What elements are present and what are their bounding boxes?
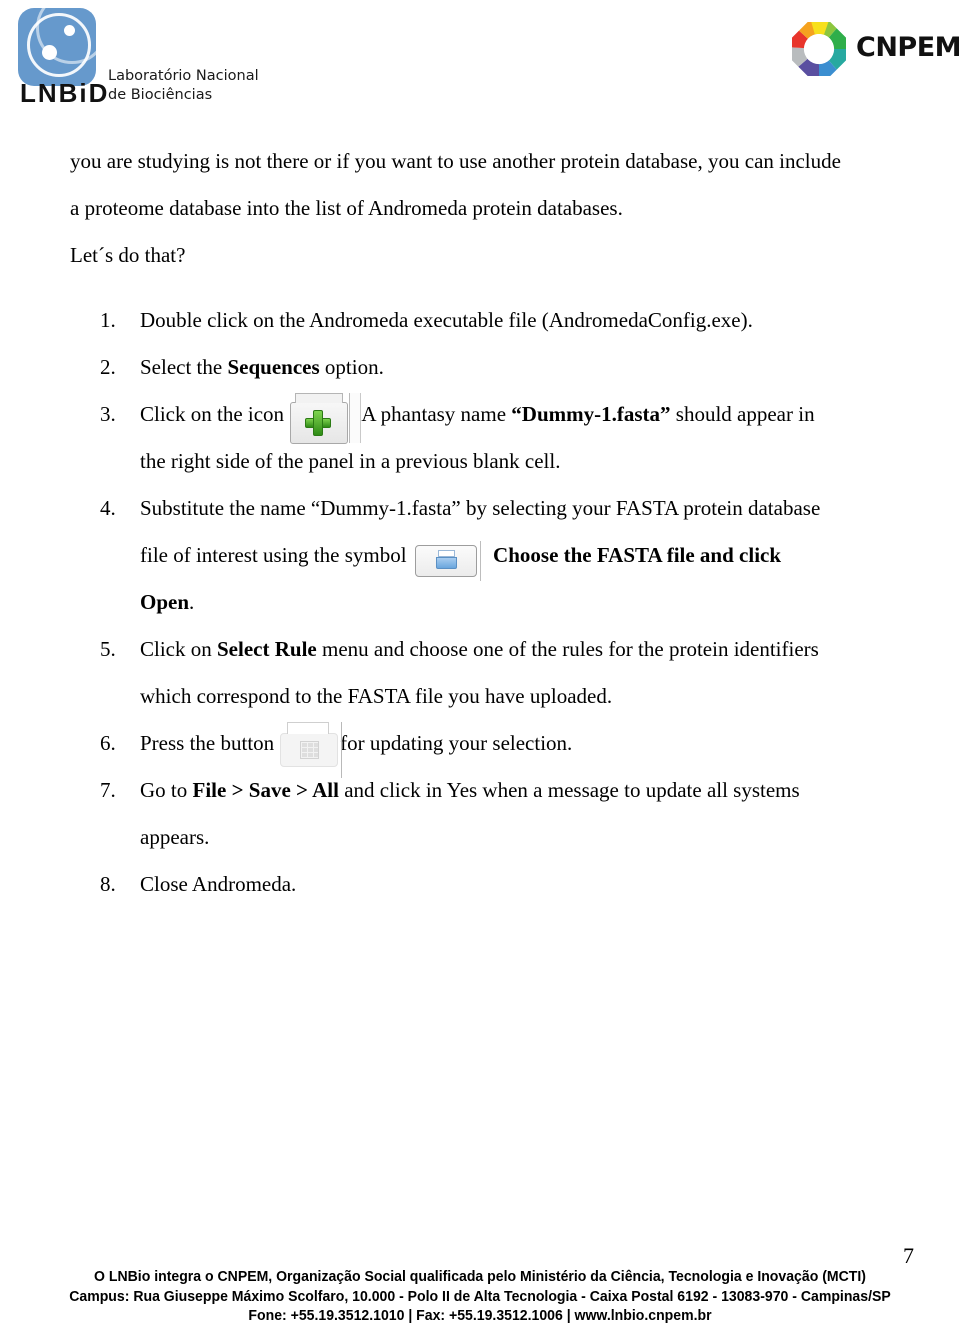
page-number: 7 — [903, 1243, 914, 1268]
step-3-line-2: the right side of the panel in a previou… — [140, 449, 561, 473]
step-4-line-2-text: file of interest using the symbol — [140, 543, 407, 567]
page-header: LNBiD Laboratório Nacional de Biociência… — [0, 0, 960, 118]
step-3-text-before: Click on the icon — [140, 402, 285, 426]
update-grid-button-icon[interactable] — [280, 721, 343, 778]
folder-open-glyph-icon — [435, 550, 457, 570]
step-4-line-1: Substitute the name “Dummy-1.fasta” by s… — [140, 496, 821, 520]
plus-bar-vertical — [313, 410, 324, 437]
step-4: Substitute the name “Dummy-1.fasta” by s… — [70, 485, 892, 626]
step-8: Close Andromeda. — [70, 861, 892, 908]
lnbio-wordmark: LNBiD — [20, 78, 110, 108]
lnbio-logo: LNBiD Laboratório Nacional de Biociência… — [18, 8, 259, 108]
instruction-steps-list: Double click on the Andromeda executable… — [70, 297, 892, 908]
step-3-text-mid: . A phantasy name — [352, 402, 512, 426]
step-5-bold-select-rule: Select Rule — [217, 637, 317, 661]
step-4-bold-open: Open — [140, 590, 190, 614]
lnbio-tagline: Laboratório Nacional de Biociências — [108, 67, 259, 104]
open-button-frame-right — [479, 541, 490, 582]
step-7-text-before: Go to — [140, 778, 193, 802]
step-5-text-after: menu and choose one of the rules for the… — [316, 637, 819, 661]
step-6: Press the button for updating your selec… — [70, 720, 892, 778]
step-4-bold-choose-fasta: . Choose the FASTA file and click — [482, 543, 782, 567]
vertical-spacer — [70, 279, 892, 297]
update-button-frame-top — [287, 721, 330, 734]
cnpem-octagon-ring-icon — [792, 22, 846, 76]
document-body: you are studying is not there or if you … — [70, 138, 892, 908]
step-3-text-after: should appear in — [670, 402, 815, 426]
step-4-period: . — [189, 590, 195, 614]
cnpem-wordmark: CNPEM — [856, 32, 960, 63]
step-2-text-after: option. — [319, 355, 384, 379]
step-3-bold-dummy-filename: “Dummy-1.fasta” — [511, 402, 671, 426]
green-plus-button-icon[interactable] — [290, 393, 362, 445]
intro-paragraph-line-1: you are studying is not there or if you … — [70, 149, 841, 173]
lnbio-nucleus-icon — [42, 45, 57, 60]
step-6-text-after: for updating your selection. — [340, 731, 573, 755]
folder-lid — [437, 550, 455, 558]
step-7-bold-file-save-all: File > Save > All — [192, 778, 339, 802]
step-4-line-3: Open. — [140, 579, 892, 626]
prompt-paragraph: Let´s do that? — [70, 243, 186, 267]
lnbio-cell-icon — [18, 8, 96, 86]
step-5: Click on Select Rule menu and choose one… — [70, 626, 892, 720]
step-7: Go to File > Save > All and click in Yes… — [70, 767, 892, 861]
step-8-text: Close Andromeda. — [140, 872, 297, 896]
step-6-text-before: Press the button — [140, 731, 275, 755]
cnpem-logo: CNPEM — [792, 20, 960, 82]
step-4-line-2: file of interest using the symbol . Choo… — [140, 532, 892, 582]
step-1: Double click on the Andromeda executable… — [70, 297, 892, 344]
lnbio-nucleolus-icon — [64, 25, 75, 36]
step-2: Select the Sequences option. — [70, 344, 892, 391]
footer-line-2: Campus: Rua Giuseppe Máximo Scolfaro, 10… — [69, 1288, 891, 1305]
step-5-text-before: Click on — [140, 637, 217, 661]
step-1-text: Double click on the Andromeda executable… — [140, 308, 753, 332]
document-page: LNBiD Laboratório Nacional de Biociência… — [0, 0, 960, 1329]
step-5-line-2: which correspond to the FASTA file you h… — [140, 684, 613, 708]
plus-button-frame-right — [349, 393, 362, 444]
step-2-text-before: Select the — [140, 355, 228, 379]
plus-button-frame-top — [295, 393, 344, 404]
footer-line-1: O LNBio integra o CNPEM, Organização Soc… — [94, 1269, 866, 1285]
intro-paragraph-line-2: a proteome database into the list of And… — [70, 196, 623, 220]
open-folder-button-icon[interactable] — [414, 541, 490, 582]
lnbio-tagline-line-2: de Biociências — [108, 86, 213, 103]
step-2-bold-sequences: Sequences — [227, 355, 320, 379]
lnbio-tagline-line-1: Laboratório Nacional — [108, 68, 259, 84]
step-7-text-after: and click in Yes when a message to updat… — [338, 778, 800, 802]
page-footer: O LNBio integra o CNPEM, Organização Soc… — [14, 1268, 945, 1327]
folder-body — [435, 557, 457, 570]
grid-glyph-icon — [300, 740, 320, 759]
step-7-line-2: appears. — [140, 825, 210, 849]
footer-line-3: Fone: +55.19.3512.1010 | Fax: +55.19.351… — [248, 1308, 712, 1324]
lnbio-inner-ring-icon — [27, 13, 91, 77]
plus-glyph-icon — [305, 410, 332, 437]
step-3: Click on the icon . A phantasy name “Dum… — [70, 391, 892, 485]
